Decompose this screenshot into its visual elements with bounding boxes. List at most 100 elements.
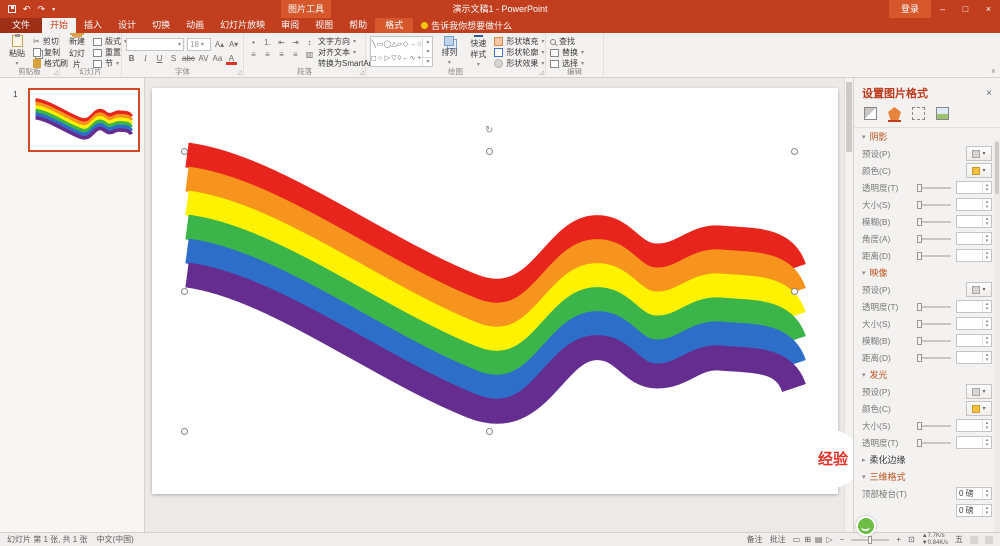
tab-0[interactable]: 开始 <box>42 18 76 33</box>
slider-track[interactable] <box>917 238 951 240</box>
spin-down-icon[interactable]: ▾ <box>986 205 989 210</box>
format-section-header-1[interactable]: ▾映像 <box>854 264 1000 281</box>
shape-cell-0[interactable]: ╲ <box>372 41 376 48</box>
value-input[interactable]: ▴▾ <box>956 215 992 228</box>
shape-outline-button[interactable]: 形状轮廓▾ <box>494 47 544 58</box>
spinner[interactable]: ▴▾ <box>982 335 991 346</box>
slider-track[interactable] <box>917 357 951 359</box>
fit-to-window-button[interactable]: ⊡ <box>908 535 915 544</box>
spinner[interactable]: ▴▾ <box>982 505 991 516</box>
spin-down-icon[interactable]: ▾ <box>986 494 989 499</box>
value-input[interactable]: ▴▾ <box>956 351 992 364</box>
spinner[interactable]: ▴▾ <box>982 420 991 431</box>
pane-scrollbar-thumb[interactable] <box>995 142 999 194</box>
gallery-up-icon[interactable]: ▴ <box>426 38 429 45</box>
gallery-more-icon[interactable]: ▾ <box>423 57 432 65</box>
slider-thumb[interactable] <box>917 439 922 447</box>
tab-8[interactable]: 帮助 <box>341 18 375 33</box>
shape-cell-13[interactable]: ← <box>402 55 409 62</box>
value-input[interactable]: ▴▾ <box>956 181 992 194</box>
close-button[interactable]: × <box>977 0 1000 18</box>
preset-dropdown-button[interactable]: ▾ <box>966 146 992 161</box>
gallery-down-icon[interactable]: ▾ <box>426 48 429 55</box>
paragraph-icon[interactable]: ≡ <box>262 50 273 59</box>
paragraph-icon[interactable]: ↕ <box>304 38 315 47</box>
value-input[interactable]: ▴▾ <box>956 249 992 262</box>
preset-dropdown-button[interactable]: ▾ <box>966 384 992 399</box>
shape-cell-11[interactable]: ▽ <box>391 55 396 62</box>
slider-thumb[interactable] <box>917 252 922 260</box>
paragraph-icon[interactable]: ⇥ <box>290 38 301 47</box>
tab-5[interactable]: 幻灯片放映 <box>212 18 273 33</box>
value-input[interactable]: ▴▾ <box>956 232 992 245</box>
size-properties-tab[interactable] <box>912 107 925 122</box>
paragraph-icon[interactable]: ≡ <box>290 50 301 59</box>
arrange-button[interactable]: 排列 ▾ <box>436 35 462 67</box>
shape-fill-button[interactable]: 形状填充▾ <box>494 36 544 47</box>
spin-down-icon[interactable]: ▾ <box>986 443 989 448</box>
slider-track[interactable] <box>917 204 951 206</box>
new-slide-button[interactable]: 新建 幻灯片 <box>64 35 90 67</box>
format-section-header-3[interactable]: ▸柔化边缘 <box>854 451 1000 468</box>
find-button[interactable]: 查找 <box>550 36 584 47</box>
spinner[interactable]: ▴▾ <box>982 352 991 363</box>
value-input[interactable]: 0 磅▴▾ <box>956 487 992 500</box>
spin-down-icon[interactable]: ▾ <box>986 324 989 329</box>
shape-cell-9[interactable]: ○ <box>378 55 382 62</box>
collapse-ribbon-icon[interactable]: ∧ <box>991 67 996 75</box>
slider-thumb[interactable] <box>917 235 922 243</box>
slider-track[interactable] <box>917 255 951 257</box>
shape-cell-8[interactable]: ◻ <box>371 55 377 62</box>
view-button-1[interactable]: ⊞ <box>804 535 811 544</box>
paragraph-icon[interactable]: ▥ <box>304 50 315 59</box>
slider-thumb[interactable] <box>917 218 922 226</box>
paragraph-icon[interactable]: ≡ <box>248 50 259 59</box>
spinner[interactable]: ▴▾ <box>982 182 991 193</box>
tab-format-contextual[interactable]: 格式 <box>375 18 413 33</box>
paragraph-icon[interactable]: 1. <box>262 38 273 47</box>
spin-down-icon[interactable]: ▾ <box>986 222 989 227</box>
spin-down-icon[interactable]: ▾ <box>986 188 989 193</box>
view-button-3[interactable]: ▷ <box>826 535 832 544</box>
resize-handle-bottom-left[interactable] <box>181 428 188 435</box>
comments-button[interactable]: 批注 <box>770 534 786 545</box>
slide-thumbnail[interactable] <box>28 88 140 152</box>
resize-handle-middle-left[interactable] <box>181 288 188 295</box>
shape-cell-12[interactable]: ◊ <box>398 55 401 62</box>
spin-down-icon[interactable]: ▾ <box>986 239 989 244</box>
slider-track[interactable] <box>917 221 951 223</box>
value-input[interactable]: ▴▾ <box>956 198 992 211</box>
fill-line-tab[interactable] <box>864 107 877 122</box>
resize-handle-top-left[interactable] <box>181 148 188 155</box>
underline-button[interactable]: U <box>154 54 165 63</box>
replace-button[interactable]: 替换▾ <box>550 47 584 58</box>
resize-handle-middle-right[interactable] <box>791 288 798 295</box>
slider-thumb[interactable] <box>917 354 922 362</box>
slider-track[interactable] <box>917 323 951 325</box>
value-input[interactable]: ▴▾ <box>956 436 992 449</box>
value-input[interactable]: 0 磅▴▾ <box>956 504 992 517</box>
view-button-0[interactable]: ▭ <box>793 535 801 544</box>
tab-1[interactable]: 插入 <box>76 18 110 33</box>
spin-down-icon[interactable]: ▾ <box>986 426 989 431</box>
notes-button[interactable]: 备注 <box>747 534 763 545</box>
effects-tab[interactable] <box>888 107 901 122</box>
spin-down-icon[interactable]: ▾ <box>986 341 989 346</box>
zoom-out-button[interactable]: − <box>840 535 845 544</box>
bold-button[interactable]: B <box>126 54 137 63</box>
spin-down-icon[interactable]: ▾ <box>986 511 989 516</box>
spinner[interactable]: ▴▾ <box>982 233 991 244</box>
format-section-header-4[interactable]: ▾三维格式 <box>854 468 1000 485</box>
slider-track[interactable] <box>917 187 951 189</box>
sign-in-button[interactable]: 登录 <box>889 0 931 18</box>
shape-cell-4[interactable]: ▱ <box>397 41 402 48</box>
font-dialog-launcher-icon[interactable]: ◿ <box>237 70 242 76</box>
tell-me-box[interactable]: 告诉我你想要做什么 <box>413 18 520 33</box>
format-section-header-0[interactable]: ▾阴影 <box>854 128 1000 145</box>
spin-down-icon[interactable]: ▾ <box>986 358 989 363</box>
tray-icon[interactable] <box>970 536 978 544</box>
spin-down-icon[interactable]: ▾ <box>986 256 989 261</box>
minimize-button[interactable]: – <box>931 0 954 18</box>
slider-track[interactable] <box>917 425 951 427</box>
spinner[interactable]: ▴▾ <box>982 318 991 329</box>
